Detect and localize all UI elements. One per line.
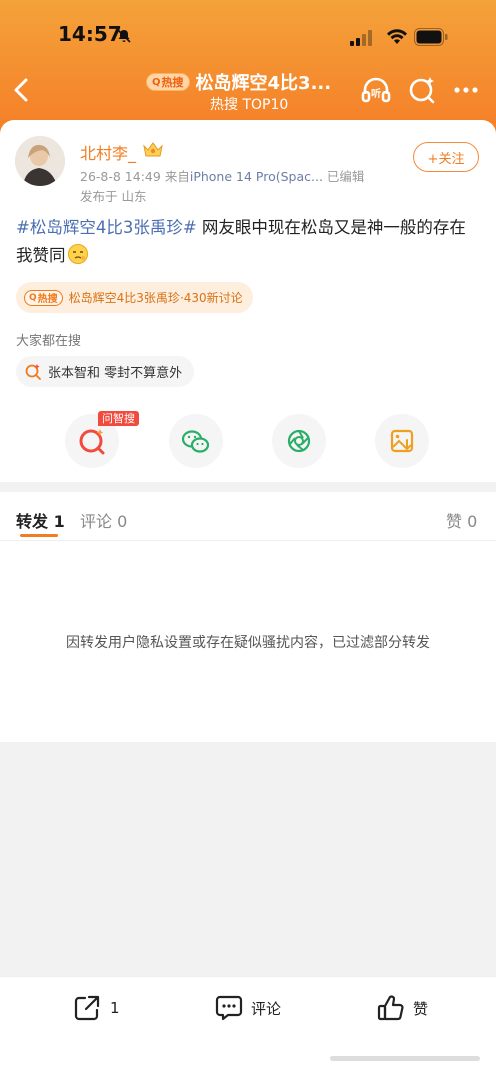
filtered-repost-notice: 因转发用户隐私设置或存在疑似骚扰内容，已过滤部分转发 bbox=[66, 635, 430, 651]
wechat-icon bbox=[181, 430, 210, 453]
search-small-icon: Q bbox=[152, 76, 161, 88]
search-sparkle-icon bbox=[25, 363, 41, 380]
listen-headphones-icon[interactable]: 听 bbox=[360, 74, 392, 106]
hot-search-badge-label: 热搜 bbox=[37, 294, 58, 305]
avatar-photo-icon bbox=[15, 136, 65, 186]
cellular-signal-icon bbox=[350, 30, 372, 46]
hot-topic-discussion: ·430新讨论 bbox=[179, 291, 243, 305]
tab-repost[interactable]: 转发 1 bbox=[16, 508, 65, 532]
search-small-icon: Q bbox=[29, 292, 37, 303]
bottom-action-bar: 1 评论 赞 bbox=[0, 976, 496, 1076]
hot-topic-name: 松岛辉空4比3张禹珍 bbox=[68, 291, 180, 305]
tabs-divider bbox=[0, 540, 496, 541]
tab-comment[interactable]: 评论 0 bbox=[80, 508, 127, 532]
trending-search-item[interactable]: 张本智和 零封不算意外 bbox=[16, 356, 195, 387]
tab-comment-label: 评论 bbox=[80, 512, 113, 531]
like-button[interactable]: 赞 bbox=[376, 993, 428, 1023]
wechat-share-button[interactable] bbox=[169, 414, 223, 468]
member-crown-icon bbox=[143, 142, 163, 157]
follow-button[interactable]: +关注 bbox=[413, 142, 479, 172]
username[interactable]: 北村李_ bbox=[80, 140, 136, 164]
tab-repost-label: 转发 bbox=[16, 512, 49, 531]
status-bar: 14:57 bbox=[0, 22, 496, 52]
post-text: #松岛辉空4比3张禹珍# 网友眼中现在松岛又是神一般的存在 我赞同 bbox=[16, 214, 482, 270]
hot-search-tag: Q 热搜 bbox=[146, 73, 190, 91]
back-icon[interactable] bbox=[8, 74, 36, 106]
thinking-emoji-icon bbox=[67, 244, 88, 264]
post-date: 26-8-8 14:49 bbox=[80, 169, 161, 184]
post-hashtag[interactable]: #松岛辉空4比3张禹珍# bbox=[16, 218, 197, 237]
home-indicator bbox=[330, 1056, 480, 1061]
comment-button[interactable]: 评论 bbox=[214, 993, 281, 1023]
status-time: 14:57 bbox=[58, 22, 122, 46]
hot-search-badge: Q 热搜 bbox=[24, 289, 63, 306]
wifi-icon bbox=[387, 29, 407, 44]
ai-search-icon[interactable] bbox=[406, 74, 438, 106]
ai-search-badge: 问智搜 bbox=[98, 411, 139, 426]
tab-like-count: 0 bbox=[467, 512, 478, 531]
page-title-row[interactable]: Q 热搜 松岛辉空4比3... bbox=[146, 70, 331, 94]
trending-search-label: 大家都在搜 bbox=[16, 334, 82, 349]
page-subtitle: 热搜 TOP10 bbox=[210, 97, 289, 113]
svg-text:听: 听 bbox=[371, 87, 381, 100]
repost-icon bbox=[74, 995, 100, 1021]
hot-search-tag-label: 热搜 bbox=[161, 76, 184, 89]
tab-like-label: 赞 bbox=[446, 512, 463, 531]
moments-aperture-icon bbox=[287, 429, 311, 453]
battery-icon bbox=[414, 28, 448, 46]
moments-share-button[interactable] bbox=[272, 414, 326, 468]
active-tab-indicator bbox=[20, 534, 58, 537]
like-label: 赞 bbox=[413, 999, 429, 1018]
post-edited[interactable]: 已编辑 bbox=[327, 169, 365, 184]
post-source-device[interactable]: iPhone 14 Pro(Spac... bbox=[190, 169, 323, 184]
tab-repost-count: 1 bbox=[53, 512, 65, 531]
comment-label: 评论 bbox=[251, 999, 282, 1018]
post-source-prefix: 来自 bbox=[164, 169, 190, 184]
post-card: 北村李_ 26-8-8 14:49 来自iPhone 14 Pro(Spac..… bbox=[0, 120, 496, 482]
page-title: 松岛辉空4比3... bbox=[195, 73, 332, 94]
post-location: 发布于 山东 bbox=[80, 189, 147, 204]
save-image-icon bbox=[390, 429, 414, 453]
tab-comment-count: 0 bbox=[117, 512, 128, 531]
hot-topic-pill[interactable]: Q 热搜 松岛辉空4比3张禹珍 ·430新讨论 bbox=[16, 282, 253, 313]
comment-icon bbox=[215, 995, 243, 1021]
interaction-tabs: 转发 1 评论 0 赞 0 因转发用户隐私设置或存在疑似骚扰内容，已过滤部分转发 bbox=[0, 492, 496, 742]
avatar[interactable] bbox=[15, 136, 65, 186]
thumbs-up-icon bbox=[377, 995, 404, 1021]
post-meta: 26-8-8 14:49 来自iPhone 14 Pro(Spac... 已编辑 bbox=[80, 166, 364, 185]
header: 14:57 Q 热搜 松岛辉空4比3... 热搜 TOP10 听 bbox=[0, 0, 496, 135]
mute-bell-icon bbox=[117, 29, 131, 43]
trending-search-text: 张本智和 零封不算意外 bbox=[48, 366, 183, 381]
more-icon[interactable] bbox=[450, 74, 482, 106]
repost-button[interactable]: 1 bbox=[72, 993, 120, 1023]
repost-count: 1 bbox=[110, 999, 120, 1017]
tab-like[interactable]: 赞 0 bbox=[446, 508, 477, 532]
save-image-share-button[interactable] bbox=[375, 414, 429, 468]
